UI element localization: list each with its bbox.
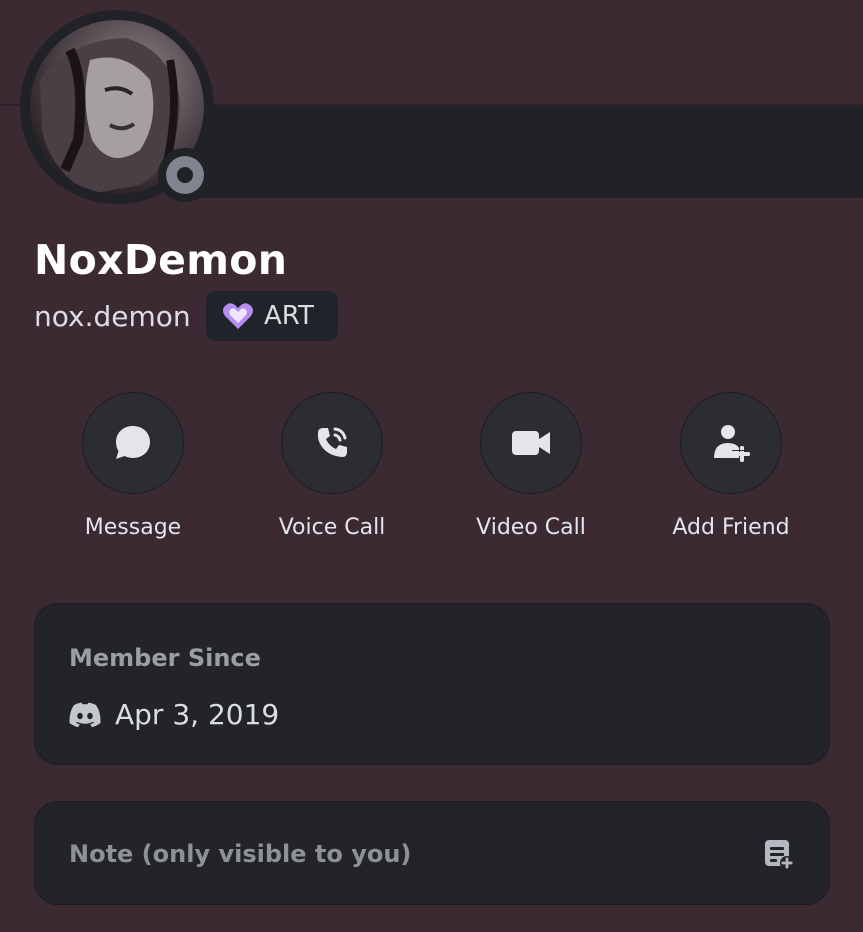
profile-banner (170, 106, 863, 198)
voice-call-button[interactable] (281, 392, 383, 494)
video-camera-icon (512, 431, 550, 455)
heart-badge-icon (223, 303, 253, 329)
video-call-button[interactable] (480, 392, 582, 494)
member-since-row: Apr 3, 2019 (69, 698, 279, 731)
video-call-action[interactable]: Video Call (431, 392, 631, 540)
message-action[interactable]: Message (33, 392, 233, 540)
username[interactable]: nox.demon (34, 300, 191, 333)
note-placeholder[interactable]: Note (only visible to you) (69, 840, 411, 868)
chat-bubble-icon (116, 426, 150, 459)
voice-call-action[interactable]: Voice Call (232, 392, 432, 540)
discord-logo-icon (69, 702, 101, 727)
add-friend-action[interactable]: Add Friend (631, 392, 831, 540)
offline-status-icon (166, 156, 204, 194)
member-since-date: Apr 3, 2019 (115, 698, 280, 731)
server-tag-badge[interactable]: ART (206, 291, 338, 341)
display-name: NoxDemon (34, 236, 288, 284)
note-add-icon[interactable] (763, 838, 795, 870)
user-profile-sheet: NoxDemon nox.demon ART Message Voice Cal… (0, 0, 863, 932)
member-since-card: Member Since Apr 3, 2019 (34, 603, 830, 765)
video-call-label: Video Call (476, 515, 586, 540)
message-label: Message (84, 515, 182, 540)
phone-icon (317, 427, 347, 457)
add-friend-label: Add Friend (672, 515, 790, 540)
member-since-title: Member Since (69, 644, 261, 672)
add-friend-icon (714, 425, 752, 462)
voice-call-label: Voice Call (278, 515, 386, 540)
message-button[interactable] (82, 392, 184, 494)
note-field[interactable]: Note (only visible to you) (34, 801, 830, 905)
tag-label: ART (264, 301, 314, 331)
add-friend-button[interactable] (680, 392, 782, 494)
